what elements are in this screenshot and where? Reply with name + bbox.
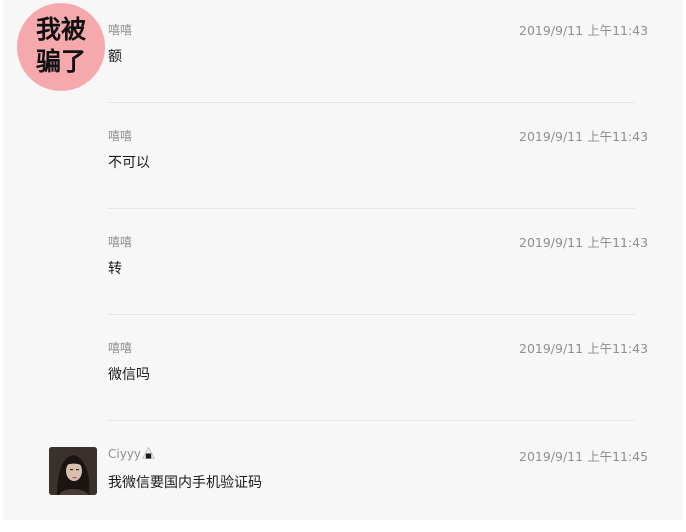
sticker-badge: 我被 骗了 bbox=[17, 3, 105, 91]
message-time: 2019/9/11 上午11:43 bbox=[519, 129, 649, 144]
message-time: 2019/9/11 上午11:43 bbox=[519, 235, 649, 250]
sticker-text-line1: 我被 bbox=[35, 15, 86, 44]
sender-name-text: Ciyyy bbox=[108, 447, 142, 461]
message-divider bbox=[108, 420, 635, 421]
message-text[interactable]: 转 bbox=[108, 258, 122, 278]
message-divider bbox=[108, 314, 635, 315]
message-item: 嘻嘻 2019/9/11 上午11:43 不可以 bbox=[3, 106, 683, 212]
message-item: Ciyyy 2019/9/11 上午11:45 我微信要国内手机验证码 bbox=[3, 426, 683, 532]
message-item: 嘻嘻 2019/9/11 上午11:43 微信吗 bbox=[3, 318, 683, 424]
message-item: 嘻嘻 2019/9/11 上午11:43 额 bbox=[3, 0, 683, 106]
avatar-portrait-icon bbox=[49, 447, 97, 495]
sender-name: 嘻嘻 bbox=[108, 341, 133, 355]
sender-name: 嘻嘻 bbox=[108, 235, 133, 249]
sticker-text-line2: 骗了 bbox=[35, 47, 86, 76]
rice-ball-icon bbox=[142, 447, 156, 459]
user-avatar[interactable] bbox=[49, 447, 97, 495]
sender-name[interactable]: Ciyyy bbox=[108, 447, 156, 461]
message-time: 2019/9/11 上午11:45 bbox=[519, 449, 649, 464]
message-divider bbox=[108, 208, 635, 209]
sender-name: 嘻嘻 bbox=[108, 129, 133, 143]
sender-name: 嘻嘻 bbox=[108, 23, 133, 37]
message-text[interactable]: 微信吗 bbox=[108, 364, 150, 384]
message-text[interactable]: 不可以 bbox=[108, 152, 150, 172]
chat-panel: 嘻嘻 2019/9/11 上午11:43 额 嘻嘻 2019/9/11 上午11… bbox=[3, 0, 683, 520]
message-text[interactable]: 额 bbox=[108, 46, 122, 66]
message-time: 2019/9/11 上午11:43 bbox=[519, 23, 649, 38]
message-text[interactable]: 我微信要国内手机验证码 bbox=[108, 472, 262, 492]
message-divider bbox=[108, 102, 635, 103]
message-item: 嘻嘻 2019/9/11 上午11:43 转 bbox=[3, 212, 683, 318]
message-time: 2019/9/11 上午11:43 bbox=[519, 341, 649, 356]
